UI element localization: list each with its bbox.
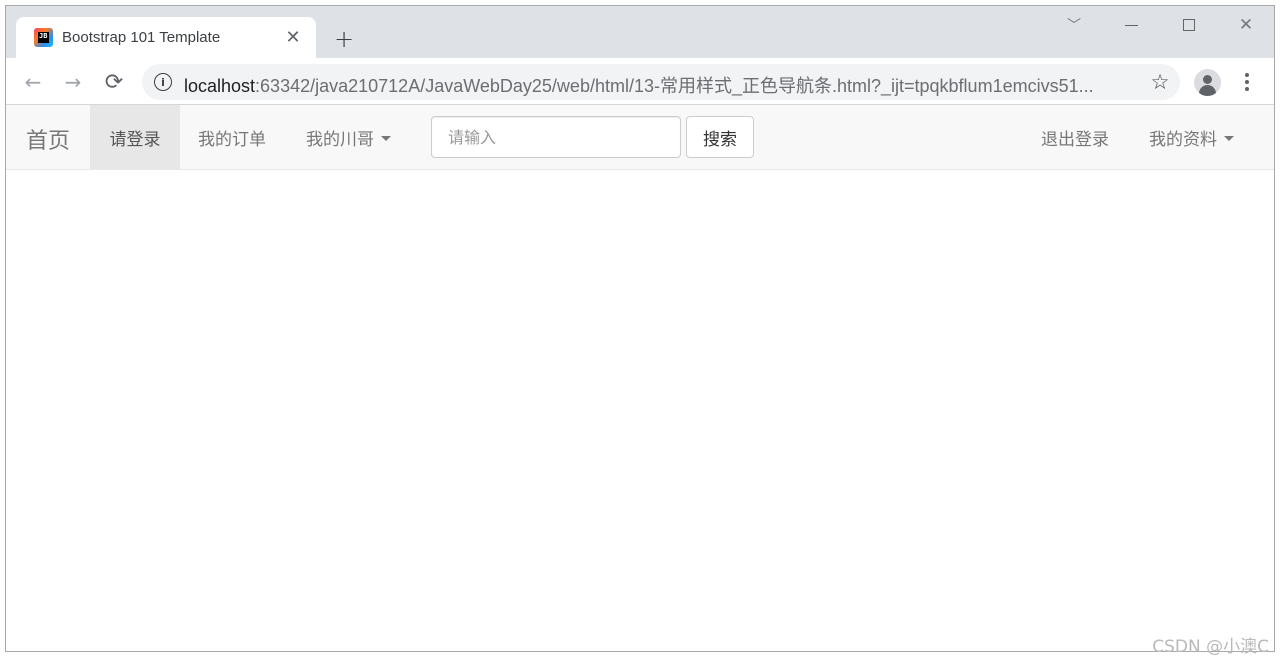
browser-menu-icon[interactable] [1235,70,1259,94]
jetbrains-favicon-icon: JB [34,28,53,47]
maximize-button[interactable] [1174,12,1204,38]
nav-link-logout[interactable]: 退出登录 [1041,105,1109,169]
nav-link-orders[interactable]: 我的订单 [198,105,266,169]
forward-arrow-icon[interactable]: → [58,67,88,97]
new-tab-button[interactable]: + [330,25,358,53]
tab-strip: JB Bootstrap 101 Template ✕ + ﹀ ✕ [6,6,1274,58]
search-input[interactable] [431,116,681,158]
caret-down-icon [1224,135,1234,141]
address-bar[interactable]: i localhost:63342/java210712A/JavaWebDay… [142,64,1180,100]
nav-link-login[interactable]: 请登录 [90,105,180,169]
reload-icon[interactable]: ⟳ [99,67,129,97]
minimize-icon [1124,24,1138,26]
url-path: :63342/java210712A/JavaWebDay25/web/html… [255,76,1094,96]
nav-dropdown-brother-label: 我的川哥 [306,129,374,150]
search-button[interactable]: 搜索 [686,116,754,158]
tab-bootstrap-template[interactable]: JB Bootstrap 101 Template ✕ [16,17,316,58]
nav-dropdown-profile[interactable]: 我的资料 [1149,105,1234,169]
page-content [6,171,1274,651]
tab-close-icon[interactable]: ✕ [282,26,304,48]
back-arrow-icon[interactable]: ← [18,67,48,97]
nav-dropdown-profile-label: 我的资料 [1149,129,1217,150]
caret-down-icon [381,135,391,141]
close-window-button[interactable]: ✕ [1231,12,1261,38]
tab-title: Bootstrap 101 Template [62,29,221,46]
csdn-watermark: CSDN @小澳C [1152,637,1269,657]
browser-window: JB Bootstrap 101 Template ✕ + ﹀ ✕ ← → ⟳ … [5,5,1275,652]
nav-dropdown-brother[interactable]: 我的川哥 [306,105,391,169]
tab-search-chevron-icon[interactable]: ﹀ [1059,12,1089,38]
bookmark-star-icon[interactable]: ☆ [1146,68,1174,96]
browser-toolbar: ← → ⟳ i localhost:63342/java210712A/Java… [6,58,1274,105]
profile-avatar-icon[interactable] [1194,69,1221,96]
navbar-brand[interactable]: 首页 [26,123,70,155]
url-text[interactable]: localhost:63342/java210712A/JavaWebDay25… [184,72,1139,98]
url-host: localhost [184,76,256,96]
minimize-button[interactable] [1116,12,1146,38]
navbar: 首页 请登录 我的订单 我的川哥 搜索 退出登录 我的资料 [6,105,1274,170]
maximize-icon [1183,19,1195,31]
site-info-icon[interactable]: i [154,73,172,91]
